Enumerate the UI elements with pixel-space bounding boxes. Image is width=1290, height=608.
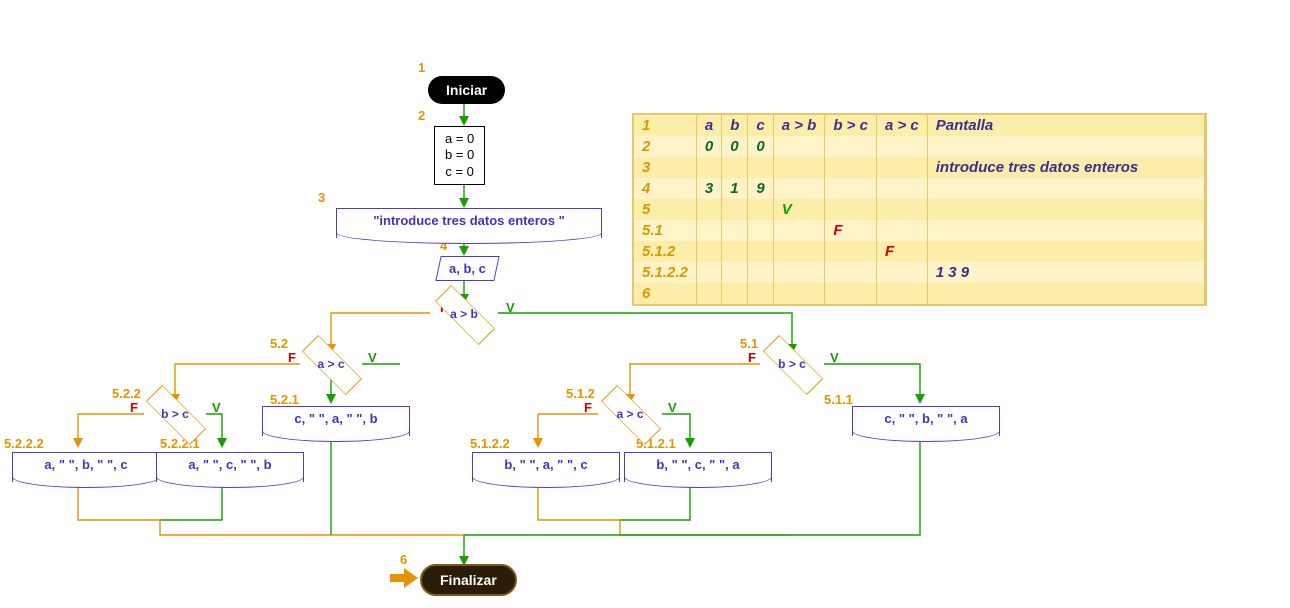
output-5222: a, " ", b, " ", c <box>12 452 160 482</box>
decision-5-text: a > b <box>434 307 494 321</box>
output-5121-text: b, " ", c, " ", a <box>656 457 739 472</box>
d51-false-label: F <box>748 350 756 365</box>
decision-51: b > c <box>762 346 822 382</box>
output-5221-text: a, " ", c, " ", b <box>188 457 271 472</box>
trace-r51-bc: F <box>825 220 877 241</box>
d5-true-label: V <box>506 300 515 315</box>
step-6-label: 6 <box>400 552 407 567</box>
decision-52-text: a > c <box>301 357 361 371</box>
output-511-text: c, " ", b, " ", a <box>884 411 967 426</box>
trace-r4-step: 4 <box>634 178 696 199</box>
trace-h-a: a <box>696 115 721 136</box>
trace-r3-step: 3 <box>634 157 696 178</box>
trace-r51-step: 5.1 <box>634 220 696 241</box>
step-521-label: 5.2.1 <box>270 392 299 407</box>
trace-r4-c: 9 <box>748 178 773 199</box>
output-5221: a, " ", c, " ", b <box>156 452 304 482</box>
output-5121: b, " ", c, " ", a <box>624 452 772 482</box>
trace-h-b: b <box>722 115 748 136</box>
trace-h-bc: b > c <box>825 115 877 136</box>
trace-h-ab: a > b <box>773 115 825 136</box>
d522-false-label: F <box>130 400 138 415</box>
prompt-output: "introduce tres datos enteros " <box>336 208 602 238</box>
trace-r512-step: 5.1.2 <box>634 241 696 262</box>
trace-r2-c: 0 <box>748 136 773 157</box>
step-51-label: 5.1 <box>740 336 758 351</box>
end-arrow-icon <box>390 568 418 588</box>
d52-true-label: V <box>368 350 377 365</box>
output-511: c, " ", b, " ", a <box>852 406 1000 436</box>
decision-522-text: b > c <box>145 407 205 421</box>
trace-r2-step: 2 <box>634 136 696 157</box>
trace-h-c: c <box>748 115 773 136</box>
trace-h-screen: Pantalla <box>927 115 1204 136</box>
trace-r5122-step: 5.1.2.2 <box>634 262 696 283</box>
trace-r4-b: 1 <box>722 178 748 199</box>
output-521: c, " ", a, " ", b <box>262 406 410 436</box>
d512-false-label: F <box>584 400 592 415</box>
trace-r5-ab: V <box>773 199 825 220</box>
trace-table-grid: 1 a b c a > b b > c a > c Pantalla 2 0 0… <box>634 115 1205 304</box>
trace-r2-a: 0 <box>696 136 721 157</box>
step-1-label: 1 <box>418 60 425 75</box>
decision-5: a > b <box>434 296 494 332</box>
decision-52: a > c <box>301 346 361 382</box>
output-521-text: c, " ", a, " ", b <box>294 411 377 426</box>
d522-true-label: V <box>212 400 221 415</box>
trace-r6-step: 6 <box>634 283 696 304</box>
trace-r5122-screen: 1 3 9 <box>927 262 1204 283</box>
trace-r512-ac: F <box>876 241 927 262</box>
d512-true-label: V <box>668 400 677 415</box>
decision-51-text: b > c <box>762 357 822 371</box>
trace-r2-b: 0 <box>722 136 748 157</box>
prompt-output-text: "introduce tres datos enteros " <box>373 213 564 228</box>
output-5222-text: a, " ", b, " ", c <box>44 457 127 472</box>
output-5122: b, " ", a, " ", c <box>472 452 620 482</box>
read-input: a, b, c <box>435 256 499 281</box>
step-5222-label: 5.2.2.2 <box>4 436 44 451</box>
init-process: a = 0 b = 0 c = 0 <box>434 126 485 185</box>
step-2-label: 2 <box>418 108 425 123</box>
start-terminator: Iniciar <box>428 76 505 104</box>
d51-true-label: V <box>830 350 839 365</box>
d52-false-label: F <box>288 350 296 365</box>
end-terminator: Finalizar <box>420 564 517 596</box>
step-52-label: 5.2 <box>270 336 288 351</box>
step-522-label: 5.2.2 <box>112 386 141 401</box>
decision-522: b > c <box>145 396 205 432</box>
step-3-label: 3 <box>318 190 325 205</box>
decision-512-text: a > c <box>600 407 660 421</box>
step-512-label: 5.1.2 <box>566 386 595 401</box>
flowchart-canvas: 1 2 3 4 5 5.2 5.1 5.2.2 5.2.1 5.1.2 5.1.… <box>0 0 1290 608</box>
output-5122-text: b, " ", a, " ", c <box>504 457 587 472</box>
trace-h-ac: a > c <box>876 115 927 136</box>
trace-h-step: 1 <box>634 115 696 136</box>
trace-r4-a: 3 <box>696 178 721 199</box>
trace-table: 1 a b c a > b b > c a > c Pantalla 2 0 0… <box>632 113 1207 306</box>
decision-512: a > c <box>600 396 660 432</box>
read-input-text: a, b, c <box>449 261 486 276</box>
trace-r3-screen: introduce tres datos enteros <box>927 157 1204 178</box>
step-511-label: 5.1.1 <box>824 392 853 407</box>
trace-header-row: 1 a b c a > b b > c a > c Pantalla <box>634 115 1204 136</box>
trace-r5-step: 5 <box>634 199 696 220</box>
step-5122-label: 5.1.2.2 <box>470 436 510 451</box>
